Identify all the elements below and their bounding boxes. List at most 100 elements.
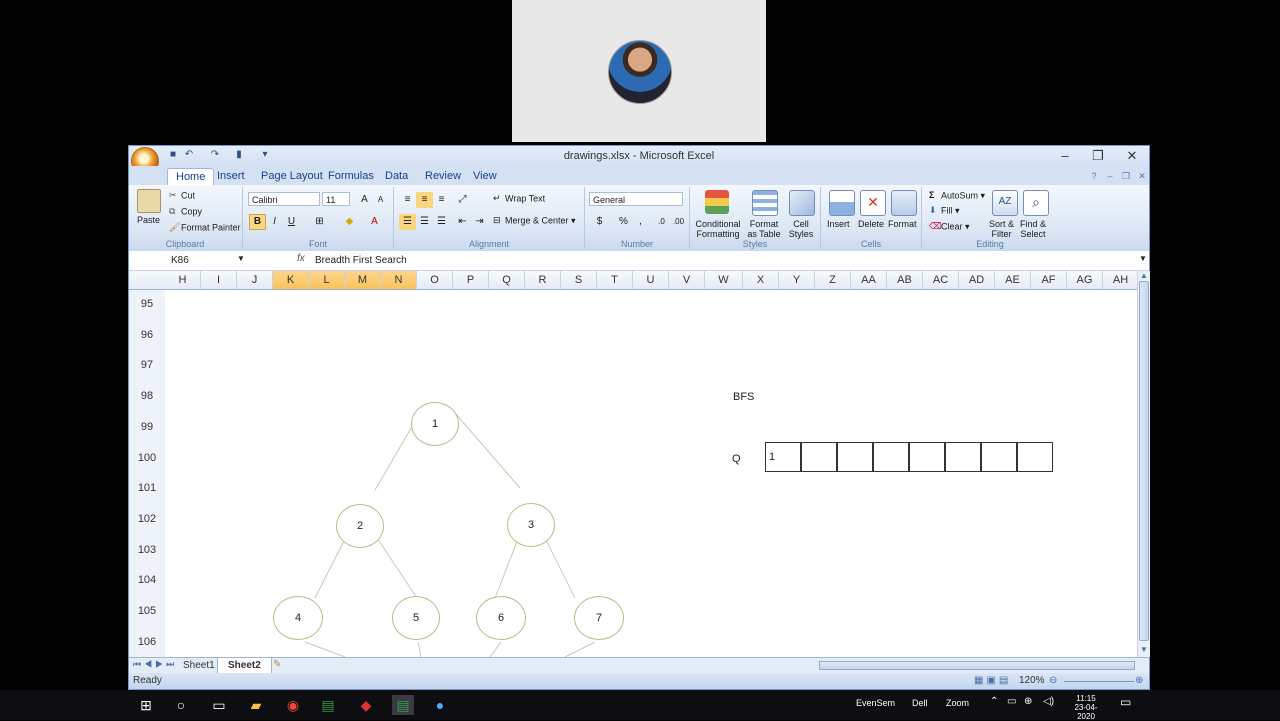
insert-cells-button[interactable]: Insert — [827, 219, 850, 229]
increase-indent-icon[interactable]: ⇥ — [471, 214, 488, 230]
paste-button[interactable]: Paste — [137, 215, 160, 225]
tray-item-dell[interactable]: Dell — [912, 698, 928, 708]
volume-icon[interactable]: ◁) — [1043, 696, 1054, 707]
column-header-aa[interactable]: AA — [851, 271, 887, 289]
underline-button[interactable]: U — [283, 214, 300, 230]
sheet-tab-sheet2[interactable]: Sheet2 — [217, 658, 272, 674]
column-header-s[interactable]: S — [561, 271, 597, 289]
acrobat-icon[interactable]: ◆ — [356, 695, 376, 715]
column-header-q[interactable]: Q — [489, 271, 525, 289]
number-format-select[interactable]: General — [589, 192, 683, 206]
wrap-text-button[interactable]: ↵ Wrap Text — [493, 193, 545, 205]
align-top-icon[interactable]: ≡ — [399, 192, 416, 208]
column-header-i[interactable]: I — [201, 271, 237, 289]
tab-view[interactable]: View — [465, 168, 505, 184]
comma-icon[interactable]: , — [632, 214, 649, 230]
conditional-formatting-icon[interactable] — [705, 190, 729, 214]
increase-decimal-icon[interactable]: .0 — [653, 214, 670, 230]
row-header-102[interactable]: 102 — [129, 513, 165, 525]
row-header-105[interactable]: 105 — [129, 605, 165, 617]
find-select-button[interactable]: Find & Select — [1020, 219, 1046, 239]
column-header-w[interactable]: W — [705, 271, 743, 289]
tab-data[interactable]: Data — [377, 168, 416, 184]
tree-node-7[interactable]: 7 — [574, 596, 624, 640]
column-header-x[interactable]: X — [743, 271, 779, 289]
delete-cells-button[interactable]: Delete — [858, 219, 884, 229]
tree-node-5[interactable]: 5 — [392, 596, 440, 640]
tab-review[interactable]: Review — [417, 168, 469, 184]
column-header-n[interactable]: N — [381, 271, 417, 289]
column-header-z[interactable]: Z — [815, 271, 851, 289]
doc-minimize-icon[interactable]: – — [1103, 169, 1117, 183]
tab-home[interactable]: Home — [167, 168, 215, 185]
row-header-97[interactable]: 97 — [129, 359, 165, 371]
fill-button[interactable]: ⬇ Fill ▾ — [929, 205, 960, 217]
format-as-table-button[interactable]: Format as Table — [741, 219, 787, 239]
tree-node-6[interactable]: 6 — [476, 596, 526, 640]
font-size-select[interactable]: 11 — [322, 192, 350, 206]
bold-button[interactable]: B — [249, 214, 266, 230]
column-header-ag[interactable]: AG — [1067, 271, 1103, 289]
insert-function-icon[interactable]: fx — [297, 253, 305, 264]
cell-styles-button[interactable]: Cell Styles — [783, 219, 819, 239]
column-header-af[interactable]: AF — [1031, 271, 1067, 289]
tab-insert[interactable]: Insert — [209, 168, 253, 184]
currency-icon[interactable]: $ — [591, 214, 608, 230]
help-icon[interactable]: ? — [1087, 169, 1101, 183]
insert-sheet-icon[interactable]: ✎ — [273, 659, 281, 670]
zoom-out-icon[interactable]: ⊖ — [1049, 675, 1057, 686]
cell-styles-icon[interactable] — [789, 190, 815, 216]
align-middle-icon[interactable]: ≡ — [416, 192, 433, 208]
queue-cell[interactable] — [909, 442, 945, 472]
clear-button[interactable]: ⌫Clear ▾ — [929, 221, 970, 233]
row-header-95[interactable]: 95 — [129, 298, 165, 310]
column-header-p[interactable]: P — [453, 271, 489, 289]
queue-cell[interactable] — [945, 442, 981, 472]
delete-cells-icon[interactable]: ✕ — [860, 190, 886, 216]
clock[interactable]: 11:15 23-04-2020 — [1066, 694, 1106, 721]
copy-button[interactable]: ⧉ Copy — [169, 206, 202, 218]
tray-item-zoom[interactable]: Zoom — [946, 698, 969, 708]
notifications-icon[interactable]: ▭ — [1120, 695, 1131, 709]
font-color-icon[interactable]: A — [366, 214, 383, 230]
column-header-v[interactable]: V — [669, 271, 705, 289]
formula-input[interactable]: Breadth First Search — [315, 253, 407, 268]
align-left-icon[interactable]: ☰ — [399, 214, 416, 230]
column-header-ae[interactable]: AE — [995, 271, 1031, 289]
format-as-table-icon[interactable] — [752, 190, 778, 216]
chrome-icon[interactable]: ◉ — [283, 695, 303, 715]
orientation-icon[interactable]: ⤢ — [454, 192, 471, 208]
tree-node-2[interactable]: 2 — [336, 504, 384, 548]
format-cells-button[interactable]: Format — [888, 219, 917, 229]
column-header-h[interactable]: H — [165, 271, 201, 289]
column-header-ab[interactable]: AB — [887, 271, 923, 289]
queue-cell[interactable] — [837, 442, 873, 472]
borders-icon[interactable]: ⊞ — [311, 214, 328, 230]
row-header-101[interactable]: 101 — [129, 482, 165, 494]
cut-button[interactable]: ✂ Cut — [169, 190, 195, 202]
decrease-indent-icon[interactable]: ⇤ — [454, 214, 471, 230]
column-header-m[interactable]: M — [345, 271, 381, 289]
align-center-icon[interactable]: ☰ — [416, 214, 433, 230]
column-header-r[interactable]: R — [525, 271, 561, 289]
column-header-t[interactable]: T — [597, 271, 633, 289]
font-name-select[interactable]: Calibri — [248, 192, 320, 206]
sheet-grid[interactable]: 1 2 3 4 5 6 7 BFS Q 1 — [165, 290, 1137, 657]
percent-icon[interactable]: % — [615, 214, 632, 230]
doc-restore-icon[interactable]: ❐ — [1119, 169, 1133, 183]
restore-icon[interactable]: ❐ — [1082, 147, 1114, 165]
app-icon[interactable]: ● — [430, 695, 450, 715]
excel-active-icon[interactable]: ▤ — [392, 695, 414, 715]
column-header-u[interactable]: U — [633, 271, 669, 289]
zoom-level[interactable]: 120% — [1019, 675, 1045, 686]
conditional-formatting-button[interactable]: Conditional Formatting — [693, 219, 743, 239]
expand-formula-icon[interactable]: ▼ — [1139, 254, 1147, 263]
row-header-106[interactable]: 106 — [129, 636, 165, 648]
tray-item-evensem[interactable]: EvenSem — [856, 698, 895, 708]
queue-cell[interactable] — [981, 442, 1017, 472]
column-header-k[interactable]: K — [273, 271, 309, 289]
queue-cell[interactable] — [801, 442, 837, 472]
excel-taskbar-icon[interactable]: ▤ — [318, 695, 338, 715]
doc-close-icon[interactable]: ✕ — [1135, 169, 1149, 183]
scroll-up-icon[interactable]: ▲ — [1140, 271, 1148, 280]
